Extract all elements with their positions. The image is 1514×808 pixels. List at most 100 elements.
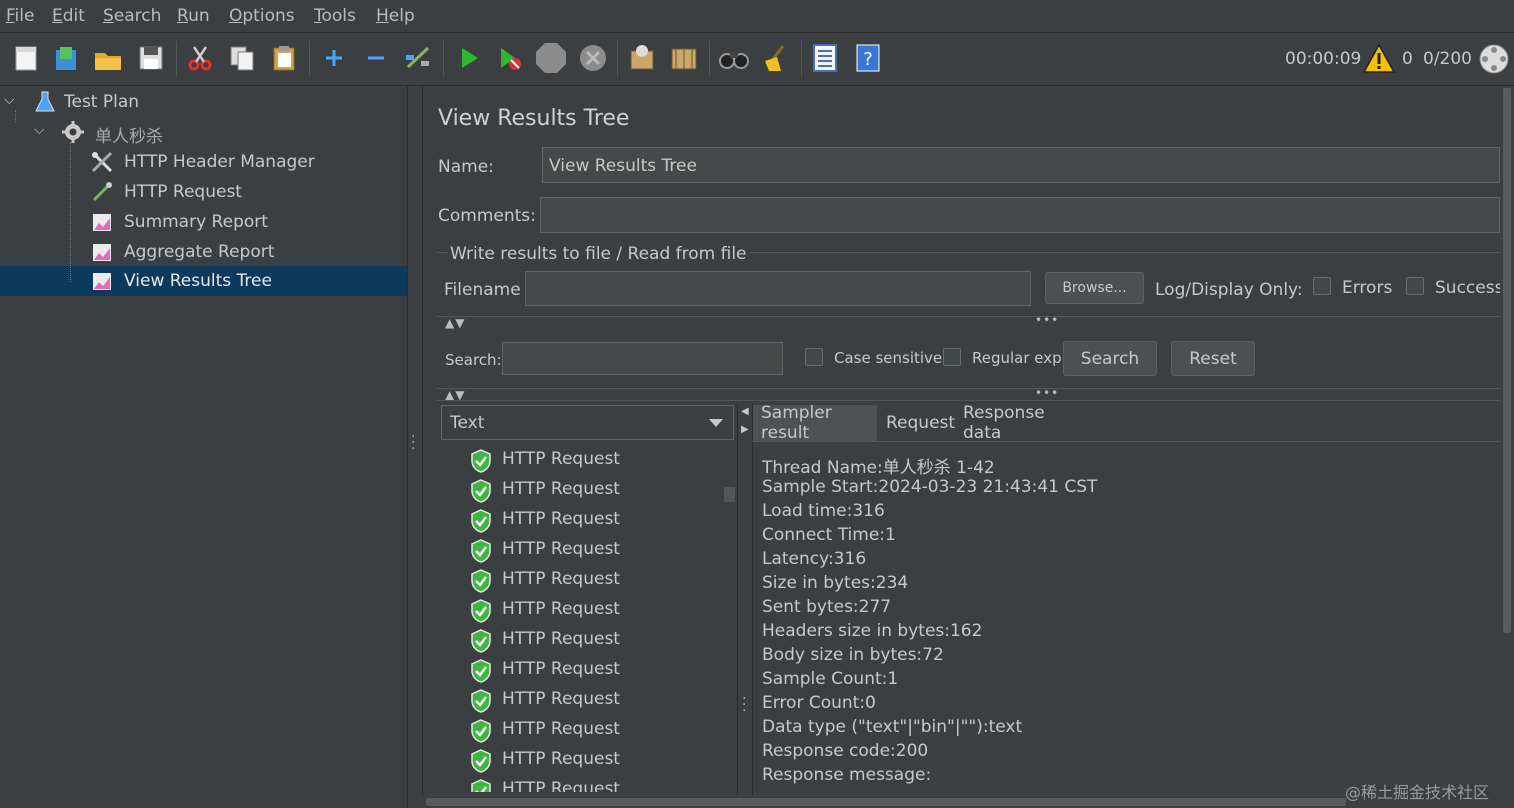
splitter-bottom[interactable] <box>437 388 1500 389</box>
regular-exp-checkbox[interactable] <box>943 348 961 366</box>
regular-exp-label: Regular exp. <box>972 349 1067 367</box>
vertical-scrollbar[interactable] <box>1500 86 1514 808</box>
name-field[interactable]: View Results Tree <box>542 147 1500 183</box>
menu-tools[interactable]: Tools <box>314 6 356 26</box>
sampler-result-line: Headers size in bytes:162 <box>762 621 983 641</box>
split-arrows-icon[interactable]: ▲▼ <box>445 316 465 330</box>
file-group-title: Write results to file / Read from file <box>448 244 749 264</box>
vertical-scrollbar-thumb[interactable] <box>1503 88 1511 633</box>
browse-button[interactable]: Browse... <box>1045 272 1144 304</box>
function-helper-icon[interactable] <box>809 42 841 74</box>
search-icon[interactable] <box>718 42 750 74</box>
search-label: Search: <box>445 351 502 369</box>
menu-edit[interactable]: Edit <box>52 6 85 26</box>
tree-item-label: Test Plan <box>64 92 140 112</box>
horizontal-scrollbar[interactable] <box>422 796 1500 808</box>
save-icon[interactable] <box>135 42 167 74</box>
tree-item-label: 单人秒杀 <box>95 127 163 147</box>
elapsed-timer: 00:00:09 <box>1285 49 1362 69</box>
result-item[interactable]: HTTP Request <box>470 446 730 474</box>
tab-response-data[interactable]: Response data <box>955 403 1087 443</box>
result-item[interactable]: HTTP Request <box>470 746 730 774</box>
start-no-timers-icon[interactable] <box>493 42 525 74</box>
tree-item-http-request[interactable]: HTTP Request <box>0 178 407 206</box>
shutdown-icon[interactable] <box>577 42 609 74</box>
result-item[interactable]: HTTP Request <box>470 596 730 624</box>
successes-checkbox[interactable] <box>1406 277 1424 295</box>
warning-icon[interactable] <box>1362 43 1396 75</box>
errors-checkbox[interactable] <box>1313 277 1331 295</box>
chart-icon <box>93 244 111 261</box>
split-handle-icon[interactable]: · · · <box>411 430 415 456</box>
case-sensitive-checkbox[interactable] <box>805 348 823 366</box>
result-item[interactable]: HTTP Request <box>470 566 730 594</box>
chevron-down-icon[interactable]: ⌵ <box>4 92 15 108</box>
tree-item-view-results-tree[interactable]: View Results Tree <box>0 266 407 296</box>
split-pane-divider[interactable]: · · · <box>407 86 423 808</box>
page-title: View Results Tree <box>438 106 630 131</box>
svg-text:?: ? <box>863 49 873 70</box>
clear-all-icon[interactable] <box>668 42 700 74</box>
search-button[interactable]: Search <box>1063 341 1157 376</box>
expand-icon[interactable] <box>318 42 350 74</box>
clear-icon[interactable] <box>626 42 658 74</box>
result-item-label: HTTP Request <box>502 599 620 619</box>
new-icon[interactable] <box>10 42 42 74</box>
result-item[interactable]: HTTP Request <box>470 776 730 792</box>
paste-icon[interactable] <box>268 42 300 74</box>
filename-field[interactable] <box>525 271 1031 306</box>
tree-item-test-plan[interactable]: ⌵ Test Plan <box>0 88 407 116</box>
reset-search-icon[interactable] <box>760 42 792 74</box>
toggle-icon[interactable] <box>402 42 434 74</box>
menu-help[interactable]: Help <box>376 6 415 26</box>
collapse-left-icon[interactable]: ◀ <box>741 406 749 417</box>
search-input[interactable] <box>502 342 783 375</box>
tab-request[interactable]: Request <box>878 405 956 441</box>
separator <box>437 400 1500 401</box>
pipette-icon <box>92 182 112 202</box>
success-shield-icon <box>471 629 491 653</box>
menu-run[interactable]: Run <box>177 6 210 26</box>
result-item[interactable]: HTTP Request <box>470 476 730 504</box>
menu-file[interactable]: File <box>6 6 34 26</box>
menu-bar: File Edit Search Run Options Tools Help <box>0 0 1514 33</box>
results-scrollbar-thumb[interactable] <box>724 487 735 502</box>
tree-item-thread-group[interactable]: ⌵ 单人秒杀 <box>0 118 407 147</box>
remote-status-icon <box>1478 43 1510 75</box>
result-item[interactable]: HTTP Request <box>470 626 730 654</box>
tree-item-aggregate-report[interactable]: Aggregate Report <box>0 238 407 266</box>
reset-button[interactable]: Reset <box>1171 341 1255 376</box>
start-icon[interactable] <box>452 42 484 74</box>
watermark: @稀土掘金技术社区 <box>1345 783 1490 802</box>
result-item[interactable]: HTTP Request <box>470 686 730 714</box>
tree-item-http-header-manager[interactable]: HTTP Header Manager <box>0 148 407 176</box>
split-handle-icon[interactable]: · · · <box>742 692 746 718</box>
result-item[interactable]: HTTP Request <box>470 716 730 744</box>
chevron-down-icon[interactable] <box>709 419 723 428</box>
collapse-icon[interactable] <box>360 42 392 74</box>
split-dots-icon[interactable]: ••• <box>1035 386 1059 400</box>
chevron-down-icon[interactable]: ⌵ <box>34 122 45 138</box>
tab-sampler-result[interactable]: Sampler result <box>753 403 877 443</box>
results-divider[interactable]: ◀ ▶ · · · <box>737 404 753 796</box>
help-icon[interactable]: ? <box>852 42 884 74</box>
tree-item-summary-report[interactable]: Summary Report <box>0 208 407 236</box>
cut-icon[interactable] <box>184 42 216 74</box>
comments-field[interactable] <box>540 197 1500 233</box>
menu-options[interactable]: Options <box>229 6 295 26</box>
result-item[interactable]: HTTP Request <box>470 536 730 564</box>
collapse-right-icon[interactable]: ▶ <box>741 424 749 435</box>
horizontal-scrollbar-thumb[interactable] <box>426 798 1346 806</box>
splitter-top[interactable] <box>437 316 1500 317</box>
copy-icon[interactable] <box>226 42 258 74</box>
warning-count: 0 <box>1402 49 1413 69</box>
result-item[interactable]: HTTP Request <box>470 506 730 534</box>
sampler-result-line: Sent bytes:277 <box>762 597 892 617</box>
menu-search[interactable]: Search <box>103 6 161 26</box>
open-icon[interactable] <box>92 42 124 74</box>
templates-icon[interactable] <box>50 42 82 74</box>
result-item[interactable]: HTTP Request <box>470 656 730 684</box>
stop-icon[interactable] <box>535 42 567 74</box>
split-dots-icon[interactable]: ••• <box>1035 313 1059 327</box>
renderer-select[interactable]: Text <box>441 405 734 440</box>
